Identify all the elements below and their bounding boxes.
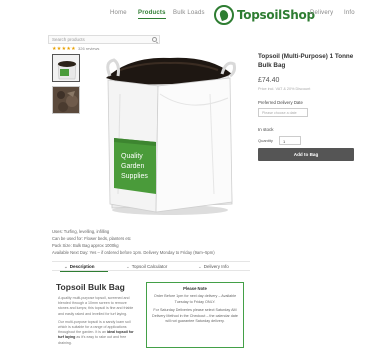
svg-text:Quality: Quality	[121, 153, 143, 160]
thumbnail-soil[interactable]	[52, 86, 80, 114]
logo-text: TopsoilShop	[237, 8, 315, 22]
add-to-bag-button[interactable]: Add to Bag	[258, 148, 354, 161]
product-price: £74.40	[258, 77, 280, 84]
site-logo[interactable]: TopsoilShop	[214, 4, 315, 26]
quantity-input[interactable]: 1	[279, 136, 301, 145]
chevron-down-icon: ⌄	[198, 264, 202, 269]
tab-calculator-label: Topsoil Calculator	[131, 264, 168, 269]
delivery-date-input[interactable]: Please choose a date	[258, 108, 308, 117]
nav-bulk-loads[interactable]: Bulk Loads	[173, 10, 205, 16]
product-meta-availability: Available Next Day: Yes – if ordered bef…	[52, 250, 215, 255]
description-title: Topsoil Bulk Bag	[56, 282, 125, 292]
nav-home[interactable]: Home	[110, 10, 127, 16]
note-text-2: For Saturday Deliveries please select Sa…	[152, 308, 238, 324]
soil-thumb-icon	[53, 87, 79, 113]
tab-topsoil-calculator[interactable]: ⌄ Topsoil Calculator	[126, 264, 167, 270]
top-nav: Home Products Bulk Loads TopsoilShop Del…	[0, 0, 366, 30]
nav-delivery[interactable]: Delivery	[310, 10, 333, 16]
product-meta-can-be-used: Can be used for: Flower beds, planters e…	[52, 236, 131, 241]
price-vat-note: Price incl. VAT & 20% Discount	[258, 87, 311, 91]
product-meta-pack-size: Pack Size: Bulk Bag approx 1000kg	[52, 243, 119, 248]
chevron-down-icon: ⌄	[126, 264, 130, 269]
svg-text:Supplies: Supplies	[121, 173, 148, 180]
please-note-box: Please Note Order Before 1pm for next da…	[146, 282, 244, 348]
note-text-1: Order Before 1pm for next day delivery –…	[153, 294, 237, 304]
nav-info[interactable]: Info	[344, 10, 355, 16]
search-icon[interactable]	[152, 37, 157, 42]
tab-description[interactable]: ⌄ Description	[64, 264, 95, 270]
product-main-image[interactable]: Quality Garden Supplies	[90, 54, 248, 217]
quantity-label: Quantity	[258, 138, 273, 143]
product-tabs: ⌄ Description ⌄ Topsoil Calculator ⌄ Delive…	[52, 261, 250, 271]
chevron-down-icon: ⌄	[64, 264, 68, 269]
product-meta-uses: Uses: Turfing, levelling, infilling	[52, 229, 110, 234]
bulk-bag-image-icon: Quality Garden Supplies	[106, 57, 236, 215]
note-title: Please Note	[183, 286, 207, 291]
tab-delivery-label: Delivery Info	[203, 264, 229, 269]
description-paragraph-2: Our multi-purpose topsoil is a sandy loa…	[58, 319, 134, 345]
description-body: A quality multi-purpose topsoil, screene…	[58, 296, 136, 349]
thumbnail-bulk-bag[interactable]	[52, 54, 80, 82]
tab-description-label: Description	[69, 264, 95, 269]
nav-products[interactable]: Products	[138, 10, 166, 19]
product-title: Topsoil (Multi-Purpose) 1 Tonne Bulk Bag	[258, 53, 354, 70]
delivery-date-placeholder: Please choose a date	[262, 111, 297, 115]
delivery-date-label: Preferred Delivery Date	[258, 100, 303, 105]
search-input[interactable]: Search products	[48, 35, 160, 44]
active-tab-indicator	[60, 271, 108, 272]
description-paragraph-1: A quality multi-purpose topsoil, screene…	[58, 296, 134, 316]
stock-status: In stock	[258, 127, 274, 132]
leaf-logo-icon	[214, 5, 234, 25]
rating-stars: ★★★★★	[52, 46, 76, 52]
tab-delivery-info[interactable]: ⌄ Delivery Info	[198, 264, 229, 270]
search-placeholder: Search products	[52, 37, 85, 42]
review-count[interactable]: 326 reviews	[78, 46, 99, 51]
svg-text:Garden: Garden	[121, 163, 144, 170]
bulk-bag-thumb-icon	[53, 55, 79, 81]
quantity-value: 1	[283, 139, 286, 144]
